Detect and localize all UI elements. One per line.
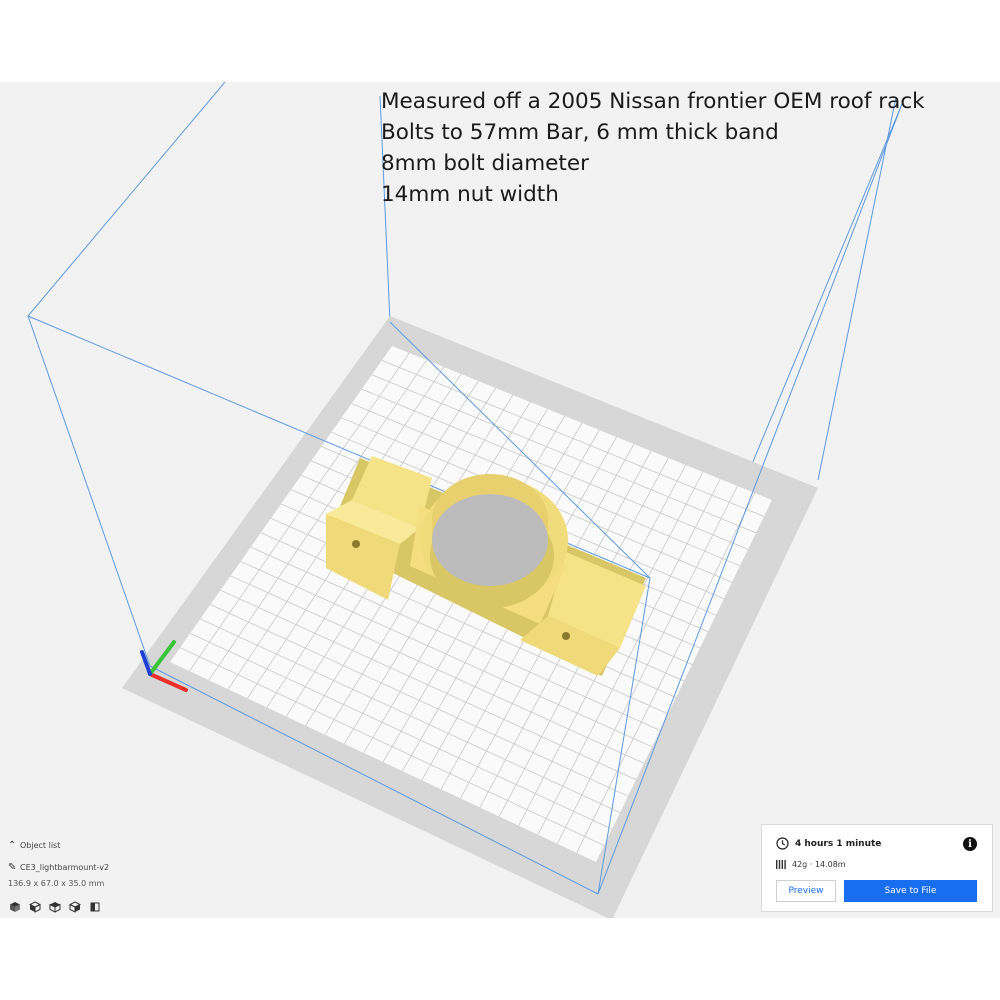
3d-view-icon[interactable] [8,900,22,914]
object-list-label: Object list [20,840,61,850]
object-list-toggle[interactable]: ⌃ Object list [8,838,109,852]
annotation-line: 8mm bolt diameter [381,151,589,176]
annotation-line: Measured off a 2005 Nissan frontier OEM … [381,89,925,114]
object-list-panel: ⌃ Object list ✎ CE3_lightbarmount-v2 136… [8,838,109,914]
print-time-label: 4 hours 1 minute [795,838,882,849]
top-view-icon[interactable] [48,900,62,914]
right-view-icon[interactable] [88,900,102,914]
print-time: 4 hours 1 minute [776,837,881,850]
filament-icon [776,860,786,869]
object-dimensions: 136.9 x 67.0 x 35.0 mm [8,878,105,888]
annotation-line: Bolts to 57mm Bar, 6 mm thick band [381,120,779,145]
front-view-icon[interactable] [28,900,42,914]
pencil-icon[interactable]: ✎ [8,862,20,873]
material-usage: 42g · 14.08m [776,859,846,870]
left-view-icon[interactable] [68,900,82,914]
material-usage-label: 42g · 14.08m [792,860,846,869]
object-list-item[interactable]: ✎ CE3_lightbarmount-v2 [8,860,109,874]
clock-icon [776,837,789,850]
preview-button[interactable]: Preview [776,880,836,902]
model-annotation: Measured off a 2005 Nissan frontier OEM … [381,86,925,210]
info-icon[interactable]: i [963,837,977,851]
object-name: CE3_lightbarmount-v2 [20,862,110,872]
print-settings-panel: 4 hours 1 minute i 42g · 14.08m Preview … [761,824,993,912]
camera-view-buttons [8,900,109,914]
annotation-line: 14mm nut width [381,182,559,207]
save-to-file-button[interactable]: Save to File [844,880,977,902]
chevron-up-icon: ⌃ [8,839,17,851]
